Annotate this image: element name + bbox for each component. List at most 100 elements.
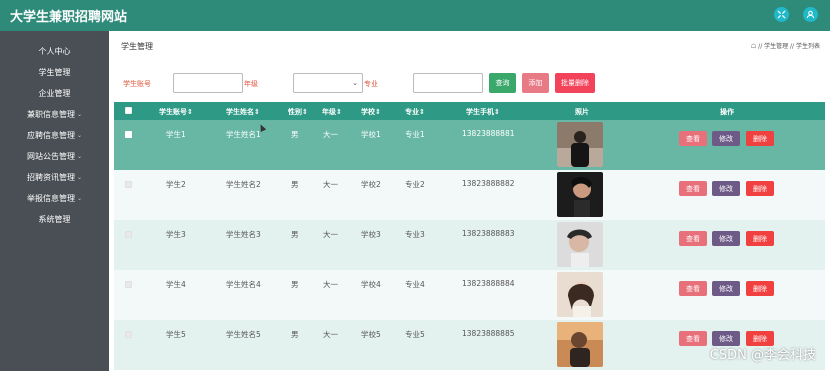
watermark: CSDN @李会科技: [709, 348, 816, 363]
sidebar-item-label: 个人中心: [38, 47, 71, 56]
major-input[interactable]: [413, 73, 483, 93]
row-checkbox[interactable]: [125, 281, 132, 288]
view-button[interactable]: 查看: [679, 331, 707, 346]
cell-major: 专业3: [405, 230, 425, 239]
delete-button[interactable]: 删除: [746, 131, 774, 146]
sidebar-item-system-management[interactable]: 系统管理: [0, 209, 109, 230]
row-checkbox[interactable]: [125, 131, 132, 138]
view-button[interactable]: 查看: [679, 131, 707, 146]
sidebar: 个人中心 学生管理 企业管理 兼职信息管理 ⌄ 应聘信息管理 ⌄ 网站公告管理 ⌄ 招…: [0, 31, 109, 371]
delete-button[interactable]: 删除: [746, 231, 774, 246]
sidebar-item-label: 学生管理: [38, 68, 71, 77]
sidebar-item-label: 举报信息管理: [26, 194, 75, 203]
edit-button[interactable]: 修改: [712, 131, 740, 146]
fullscreen-icon[interactable]: [774, 7, 789, 22]
col-header-photo: 照片: [575, 108, 589, 116]
sidebar-item-job-info[interactable]: 兼职信息管理 ⌄: [0, 104, 109, 125]
search-button[interactable]: 查询: [489, 73, 516, 93]
table-row[interactable]: 学生2 学生姓名2 男 大一 学校2 专业2 13823888882 查看 修改…: [114, 170, 825, 220]
cell-grade: 大一: [323, 130, 338, 139]
cell-name: 学生姓名2: [226, 180, 261, 189]
cell-school: 学校2: [361, 180, 381, 189]
batch-delete-button[interactable]: 批量删除: [555, 73, 595, 93]
row-checkbox[interactable]: [125, 331, 132, 338]
row-checkbox[interactable]: [125, 181, 132, 188]
sidebar-item-personal-center[interactable]: 个人中心: [0, 41, 109, 62]
student-photo[interactable]: [557, 172, 603, 217]
cell-gender: 男: [291, 130, 299, 139]
delete-button[interactable]: 删除: [746, 281, 774, 296]
cell-gender: 男: [291, 230, 299, 239]
student-photo[interactable]: [557, 272, 603, 317]
table-header: 学生账号⇕ 学生姓名⇕ 性别⇕ 年级⇕ 学校⇕ 专业⇕ 学生手机⇕ 照片 操作: [114, 102, 825, 120]
student-no-label: 学生账号: [123, 80, 151, 88]
sidebar-item-student-management[interactable]: 学生管理: [0, 62, 109, 83]
sidebar-item-label: 网站公告管理: [26, 152, 75, 161]
student-photo[interactable]: [557, 222, 603, 267]
cell-phone: 13823888885: [462, 329, 515, 338]
col-header-gender[interactable]: 性别⇕: [288, 107, 308, 117]
cell-school: 学校5: [361, 330, 381, 339]
cell-school: 学校3: [361, 230, 381, 239]
user-icon[interactable]: [803, 7, 818, 22]
student-no-input[interactable]: [173, 73, 243, 93]
chevron-down-icon: ⌄: [76, 195, 83, 202]
student-photo[interactable]: [557, 322, 603, 367]
select-all-checkbox[interactable]: [125, 107, 132, 114]
col-header-account[interactable]: 学生账号⇕: [159, 107, 193, 117]
cell-grade: 大一: [323, 280, 338, 289]
sidebar-item-report-info[interactable]: 举报信息管理 ⌄: [0, 188, 109, 209]
student-photo[interactable]: [557, 122, 603, 167]
page-title: 学生管理: [121, 42, 153, 51]
col-header-school[interactable]: 学校⇕: [361, 107, 381, 117]
sidebar-item-application-info[interactable]: 应聘信息管理 ⌄: [0, 125, 109, 146]
sidebar-item-announcements[interactable]: 网站公告管理 ⌄: [0, 146, 109, 167]
row-checkbox[interactable]: [125, 231, 132, 238]
app-title: 大学生兼职招聘网站: [10, 10, 128, 25]
view-button[interactable]: 查看: [679, 281, 707, 296]
view-button[interactable]: 查看: [679, 231, 707, 246]
cell-gender: 男: [291, 330, 299, 339]
delete-button[interactable]: 删除: [746, 181, 774, 196]
sidebar-item-label: 企业管理: [38, 89, 71, 98]
view-button[interactable]: 查看: [679, 181, 707, 196]
cell-name: 学生姓名3: [226, 230, 261, 239]
col-header-major[interactable]: 专业⇕: [405, 107, 425, 117]
cell-name: 学生姓名4: [226, 280, 261, 289]
col-header-phone[interactable]: 学生手机⇕: [466, 107, 500, 117]
breadcrumb[interactable]: ☖ // 学生管理 // 学生列表: [751, 41, 820, 50]
cell-account: 学生4: [166, 280, 186, 289]
cell-phone: 13823888883: [462, 229, 515, 238]
cell-school: 学校4: [361, 280, 381, 289]
sidebar-item-company-management[interactable]: 企业管理: [0, 83, 109, 104]
edit-button[interactable]: 修改: [712, 181, 740, 196]
chevron-down-icon: ⌄: [352, 80, 358, 87]
grade-select[interactable]: ⌄: [293, 73, 363, 93]
sidebar-item-label: 招聘资讯管理: [26, 173, 75, 182]
edit-button[interactable]: 修改: [712, 281, 740, 296]
cell-gender: 男: [291, 280, 299, 289]
table-row[interactable]: 学生1 学生姓名1 男 大一 学校1 专业1 13823888881 查看 修改…: [114, 120, 825, 170]
cell-major: 专业4: [405, 280, 425, 289]
grade-label: 年级: [244, 80, 258, 88]
cell-grade: 大一: [323, 330, 338, 339]
cell-account: 学生1: [166, 130, 186, 139]
cell-account: 学生3: [166, 230, 186, 239]
cell-phone: 13823888882: [462, 179, 515, 188]
top-icons: [774, 7, 818, 22]
top-bar: 大学生兼职招聘网站: [0, 0, 830, 31]
table-row[interactable]: 学生4 学生姓名4 男 大一 学校4 专业4 13823888884 查看 修改…: [114, 270, 825, 320]
table-row[interactable]: 学生3 学生姓名3 男 大一 学校3 专业3 13823888883 查看 修改…: [114, 220, 825, 270]
col-header-grade[interactable]: 年级⇕: [322, 107, 342, 117]
cell-gender: 男: [291, 180, 299, 189]
cell-grade: 大一: [323, 230, 338, 239]
sidebar-item-recruitment-news[interactable]: 招聘资讯管理 ⌄: [0, 167, 109, 188]
col-header-actions: 操作: [720, 108, 734, 116]
edit-button[interactable]: 修改: [712, 231, 740, 246]
cell-grade: 大一: [323, 180, 338, 189]
add-button[interactable]: 添加: [522, 73, 549, 93]
cell-name: 学生姓名1: [226, 130, 261, 139]
col-header-name[interactable]: 学生姓名⇕: [226, 107, 260, 117]
major-label: 专业: [364, 80, 378, 88]
cell-major: 专业1: [405, 130, 425, 139]
